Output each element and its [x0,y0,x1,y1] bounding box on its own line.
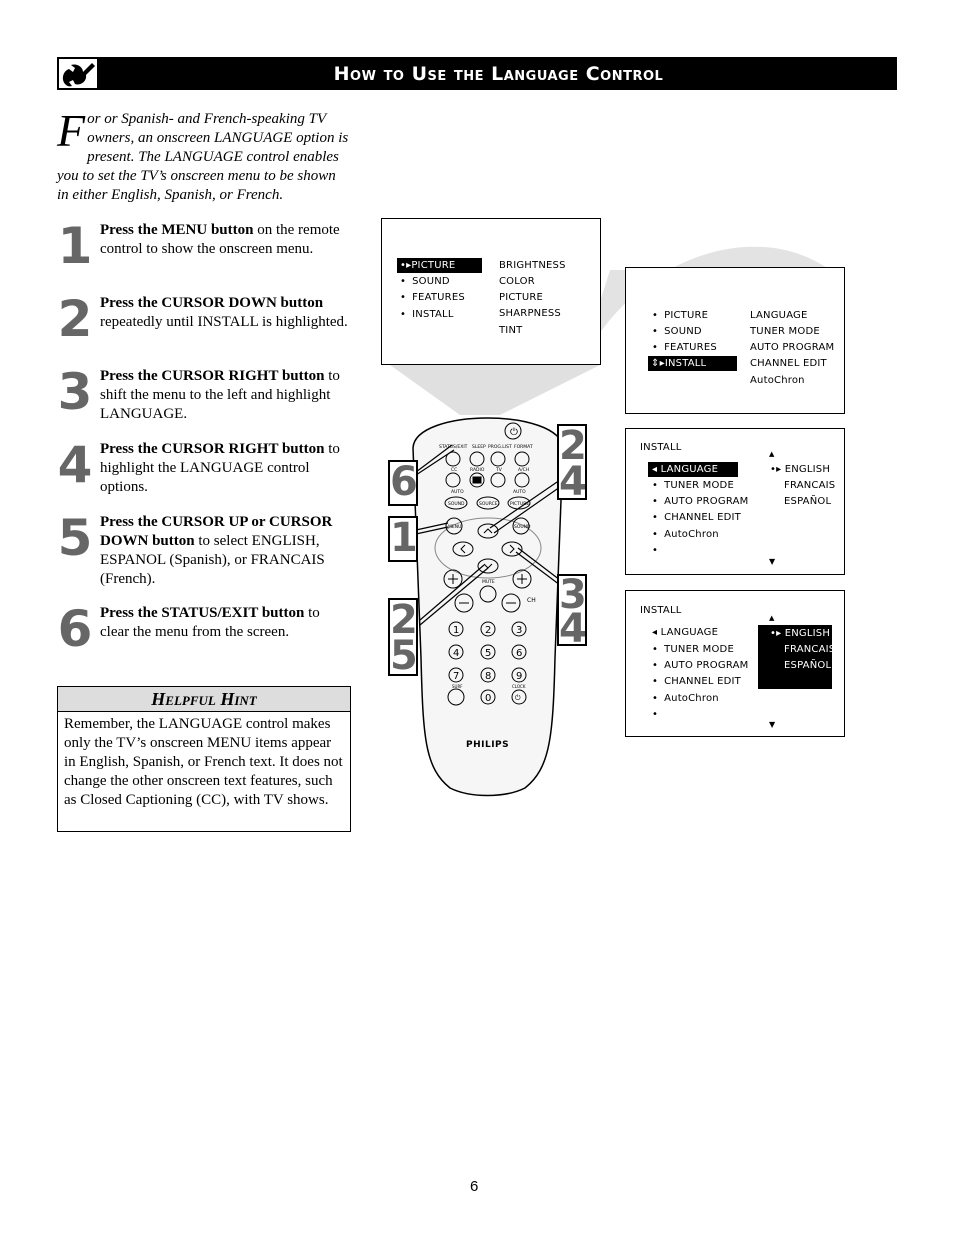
callout-line-1 [415,522,449,531]
step-number: 3 [57,363,93,421]
menu-item-features: FEATURES [652,340,717,355]
submenu-language: LANGUAGE [750,310,808,321]
menu-item-language-highlighted: ◂ LANGUAGE [648,462,738,477]
step-text: Press the CURSOR DOWN button repeatedly … [100,294,350,332]
menu-item-install: INSTALL [400,307,454,322]
option-english: •▸ ENGLISH [770,464,831,475]
submenu-sharpness: SHARPNESS [499,308,561,319]
menu-screen-4: INSTALL ◂ LANGUAGE TUNER MODE AUTO PROGR… [625,590,845,737]
menu-item-language: ◂ LANGUAGE [652,627,719,638]
submenu-auto-program: AUTO PROGRAM [750,342,835,353]
submenu-color: COLOR [499,276,535,287]
option-espanol: ESPAÑOL [784,660,832,671]
menu-item-tuner-mode: TUNER MODE [652,478,734,493]
scroll-down-icon: ▼ [769,557,776,566]
step-rest: repeatedly until INSTALL is highlighted. [100,314,348,330]
scroll-dot-icon: • [652,709,659,720]
menu-screen-1: •▸PICTURE SOUND FEATURES INSTALL BRIGHTN… [381,218,601,365]
svg-text:CLOCK: CLOCK [512,684,526,689]
menu-item-channel-edit: CHANNEL EDIT [652,510,741,525]
callout-3-4: 34 [557,572,587,652]
step-text: Press the CURSOR RIGHT button to highlig… [100,440,350,497]
callout-2-4: 24 [557,423,587,505]
callout-line-25 [419,567,489,626]
step-text: Press the CURSOR RIGHT button to shift t… [100,367,350,424]
callout-line-6 [411,444,453,476]
menu-heading-install: INSTALL [640,442,682,453]
hint-title: Helpful Hint [58,687,350,712]
option-francais: FRANCAIS [784,480,836,491]
menu-heading-install: INSTALL [640,605,682,616]
svg-text:⏻: ⏻ [515,694,521,702]
menu-screen-3: INSTALL ◂ LANGUAGE TUNER MODE AUTO PROGR… [625,428,845,575]
title-icon-box [57,57,99,90]
scroll-down-icon: ▼ [769,720,776,729]
callout-2-5: 25 [388,597,418,679]
svg-text:9: 9 [516,671,522,682]
step-5: 5 Press the CURSOR UP or CURSOR DOWN but… [57,513,357,593]
menu-item-auto-program: AUTO PROGRAM [652,494,748,509]
step-number: 6 [57,600,93,658]
menu-item-autochron: AutoChron [652,527,719,542]
menu-item-sound: SOUND [400,274,450,289]
page-title: How to Use the Language Control [333,63,664,85]
step-text: Press the CURSOR UP or CURSOR DOWN butto… [100,513,350,589]
submenu-tint: TINT [499,325,523,336]
menu-item-channel-edit: CHANNEL EDIT [652,674,741,689]
step-4: 4 Press the CURSOR RIGHT button to highl… [57,440,357,500]
step-6: 6 Press the STATUS/EXIT button to clear … [57,604,357,654]
svg-text:8: 8 [485,671,491,682]
wrench-icon [62,63,95,87]
drop-cap: F [57,105,86,156]
scroll-up-icon: ▲ [769,450,775,458]
step-3: 3 Press the CURSOR RIGHT button to shift… [57,367,357,427]
menu-screen-2: PICTURE SOUND FEATURES ⇕▸INSTALL LANGUAG… [625,267,845,414]
menu-item-picture: PICTURE [652,308,708,323]
submenu-autochron: AutoChron [750,375,805,386]
submenu-brightness: BRIGHTNESS [499,260,566,271]
step-number: 5 [57,509,93,567]
callout-line-24 [489,479,561,529]
submenu-tuner-mode: TUNER MODE [750,326,820,337]
submenu-channel-edit: CHANNEL EDIT [750,358,827,369]
hint-body: Remember, the LANGUAGE control makes onl… [64,716,343,808]
step-text: Press the MENU button on the remote cont… [100,221,350,259]
step-text: Press the STATUS/EXIT button to clear th… [100,604,350,642]
menu-item-install-highlighted: ⇕▸INSTALL [648,356,737,371]
step-bold: Press the CURSOR RIGHT button [100,441,325,457]
callout-1: 1 [388,515,418,562]
submenu-picture: PICTURE [499,292,544,303]
step-number: 4 [57,436,93,494]
intro-text: or or Spanish- and French-speaking TV ow… [57,111,349,203]
step-2: 2 Press the CURSOR DOWN button repeatedl… [57,294,357,354]
svg-text:7: 7 [453,671,459,682]
menu-item-tuner-mode: TUNER MODE [652,642,734,657]
helpful-hint-box: Helpful Hint Remember, the LANGUAGE cont… [57,686,351,832]
option-espanol: ESPAÑOL [784,496,832,507]
menu-item-auto-program: AUTO PROGRAM [652,658,748,673]
menu-item-picture-highlighted: •▸PICTURE [397,258,482,273]
step-1: 1 Press the MENU button on the remote co… [57,221,357,281]
step-number: 2 [57,290,93,348]
menu-item-features: FEATURES [400,290,465,305]
option-english: •▸ ENGLISH [770,628,831,639]
svg-text:0: 0 [485,693,491,704]
page-number: 6 [470,1178,479,1195]
step-number: 1 [57,217,93,275]
menu-item-sound: SOUND [652,324,702,339]
menu-item-autochron: AutoChron [652,691,719,706]
step-bold: Press the MENU button [100,222,254,238]
step-bold: Press the CURSOR DOWN button [100,295,324,311]
option-francais: FRANCAIS [784,644,836,655]
step-bold: Press the CURSOR RIGHT button [100,368,325,384]
scroll-up-icon: ▲ [769,614,775,622]
callout-6: 6 [388,459,418,506]
scroll-dot-icon: • [652,545,659,556]
philips-logo: PHILIPS [466,740,510,750]
svg-text:SURF: SURF [452,684,463,689]
callout-line-34 [517,547,561,581]
step-bold: Press the STATUS/EXIT button [100,605,305,621]
intro-paragraph: For or Spanish- and French-speaking TV o… [57,105,349,205]
